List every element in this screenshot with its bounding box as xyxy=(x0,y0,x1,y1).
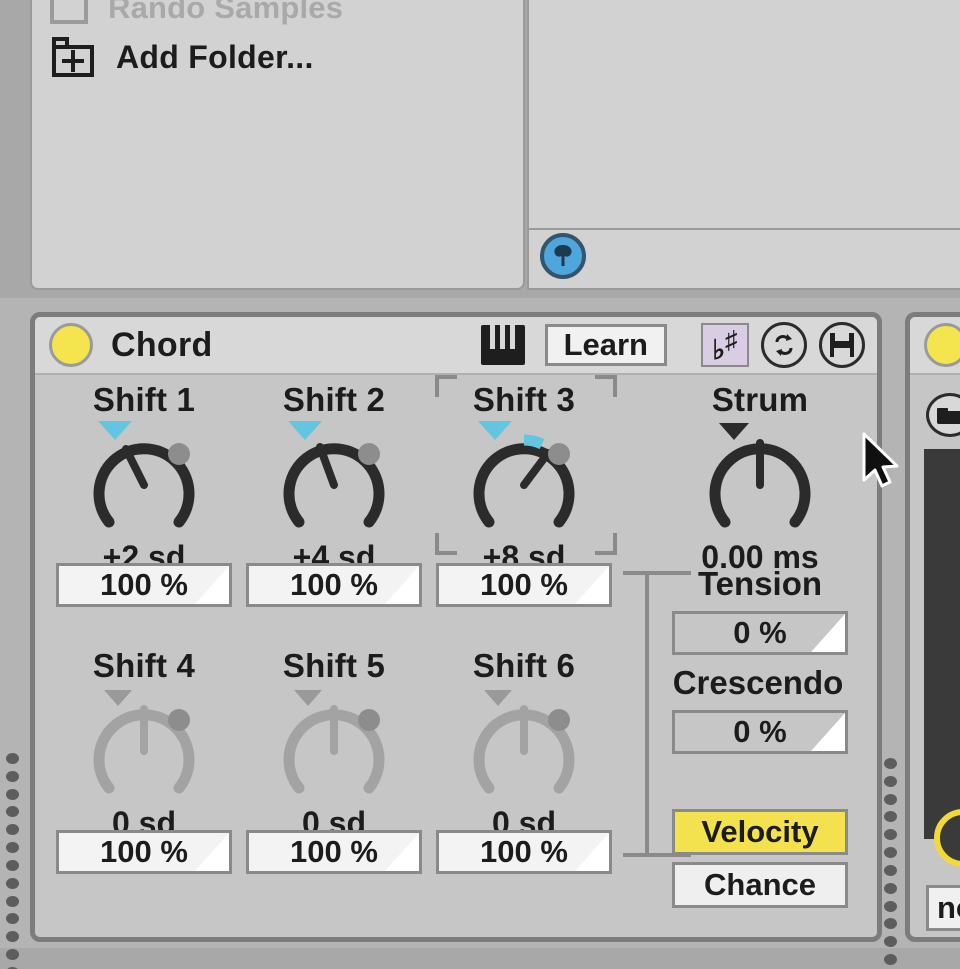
knob-shift-5[interactable]: Shift 5 0 sd xyxy=(239,647,429,842)
knob-shift-5-label: Shift 5 xyxy=(239,647,429,685)
knob-strum-dial[interactable] xyxy=(665,421,855,541)
next-device-titlebar xyxy=(910,317,960,375)
accidental-toggle-button[interactable]: ♭♯ xyxy=(701,323,749,367)
knob-shift-6-dial[interactable] xyxy=(429,687,619,807)
device-activator-button[interactable] xyxy=(49,323,93,367)
learn-button[interactable]: Learn xyxy=(545,324,667,366)
knob-shift-1-dial[interactable] xyxy=(49,421,239,541)
knob-strum-label: Strum xyxy=(665,381,855,419)
hot-swap-icon[interactable] xyxy=(926,393,960,437)
crescendo-field[interactable]: 0 % xyxy=(672,710,848,754)
chain-grip-left[interactable] xyxy=(6,753,22,969)
next-device-activator-button[interactable] xyxy=(924,323,960,367)
knob-shift-6-modulation-dot xyxy=(548,709,570,731)
shift-2-percent-field[interactable]: 100 % xyxy=(246,563,422,607)
shift-1-percent-value: 100 % xyxy=(100,567,188,603)
knob-shift-4-modulation-dot xyxy=(168,709,190,731)
knob-shift-5-dial[interactable] xyxy=(239,687,429,807)
shift-3-percent-value: 100 % xyxy=(480,567,568,603)
device-title: Chord xyxy=(111,326,213,365)
add-folder-item[interactable]: Add Folder... xyxy=(50,37,314,77)
shift-1-percent-field[interactable]: 100 % xyxy=(56,563,232,607)
knob-shift-3[interactable]: Shift 3 +8 sd xyxy=(429,381,619,576)
add-folder-icon xyxy=(50,37,96,77)
add-folder-label: Add Folder... xyxy=(116,39,314,76)
knob-shift-2-modulation-dot xyxy=(358,443,380,465)
browser-right-lower-pane[interactable] xyxy=(527,228,960,290)
checkbox-icon[interactable] xyxy=(50,0,88,24)
floppy-glyph xyxy=(830,333,854,357)
mode-chance-button[interactable]: Chance xyxy=(672,862,848,908)
knob-shift-3-label: Shift 3 xyxy=(429,381,619,419)
tension-label: Tension xyxy=(665,565,855,603)
knob-shift-1[interactable]: Shift 1 +2 sd xyxy=(49,381,239,576)
shift-2-percent-value: 100 % xyxy=(290,567,378,603)
knob-shift-4[interactable]: Shift 4 0 sd xyxy=(49,647,239,842)
chain-grip-right[interactable] xyxy=(884,758,900,969)
knob-shift-1-label: Shift 1 xyxy=(49,381,239,419)
knob-shift-4-label: Shift 4 xyxy=(49,647,239,685)
chord-titlebar: Chord Learn ♭♯ xyxy=(35,317,877,375)
knob-shift-2[interactable]: Shift 2 +4 sd xyxy=(239,381,429,576)
shift-5-percent-field[interactable]: 100 % xyxy=(246,830,422,874)
chord-device[interactable]: Chord Learn ♭♯ xyxy=(30,312,882,942)
sharp-symbol: ♯ xyxy=(725,328,738,353)
knob-strum[interactable]: Strum 0.00 ms xyxy=(665,381,855,576)
tension-value: 0 % xyxy=(733,615,786,651)
shift-4-percent-value: 100 % xyxy=(100,834,188,870)
knob-shift-3-modulation-dot xyxy=(548,443,570,465)
knob-shift-2-label: Shift 2 xyxy=(239,381,429,419)
browser-right-pane[interactable] xyxy=(527,0,960,230)
packs-circle-icon[interactable] xyxy=(540,233,586,279)
shift-6-percent-value: 100 % xyxy=(480,834,568,870)
knob-shift-5-modulation-dot xyxy=(358,709,380,731)
save-preset-icon[interactable] xyxy=(819,322,865,368)
knob-shift-6[interactable]: Shift 6 0 sd xyxy=(429,647,619,842)
browser-item-partial[interactable]: Rando Samples xyxy=(50,0,343,26)
piano-keys-icon[interactable] xyxy=(481,325,525,365)
browser-item-partial-label: Rando Samples xyxy=(108,0,343,26)
next-device-display[interactable] xyxy=(924,449,960,839)
crescendo-label: Crescendo xyxy=(663,664,853,702)
shift-6-percent-field[interactable]: 100 % xyxy=(436,830,612,874)
shift-5-percent-value: 100 % xyxy=(290,834,378,870)
chord-body: Shift 1 +2 sd Shift 2 xyxy=(35,375,877,942)
mouse-cursor xyxy=(860,432,904,494)
browser-left-pane[interactable]: Rando Samples Add Folder... xyxy=(30,0,525,290)
shift-4-percent-field[interactable]: 100 % xyxy=(56,830,232,874)
next-device-text-field[interactable]: no xyxy=(926,885,960,931)
knob-shift-3-dial[interactable] xyxy=(429,421,619,541)
mode-velocity-label: Velocity xyxy=(701,814,818,850)
crescendo-value: 0 % xyxy=(733,714,786,750)
tension-field[interactable]: 0 % xyxy=(672,611,848,655)
folder-glyph xyxy=(937,406,960,424)
mode-velocity-button[interactable]: Velocity xyxy=(672,809,848,855)
flat-symbol: ♭ xyxy=(712,337,725,364)
mode-chance-label: Chance xyxy=(704,867,816,903)
next-device[interactable]: no xyxy=(905,312,960,942)
knob-shift-2-dial[interactable] xyxy=(239,421,429,541)
midi-transform-icon[interactable] xyxy=(761,322,807,368)
knob-shift-1-modulation-dot xyxy=(168,443,190,465)
shift-3-percent-field[interactable]: 100 % xyxy=(436,563,612,607)
next-device-text-value: no xyxy=(937,890,960,926)
knob-shift-6-label: Shift 6 xyxy=(429,647,619,685)
knob-shift-4-dial[interactable] xyxy=(49,687,239,807)
learn-label: Learn xyxy=(564,327,648,363)
